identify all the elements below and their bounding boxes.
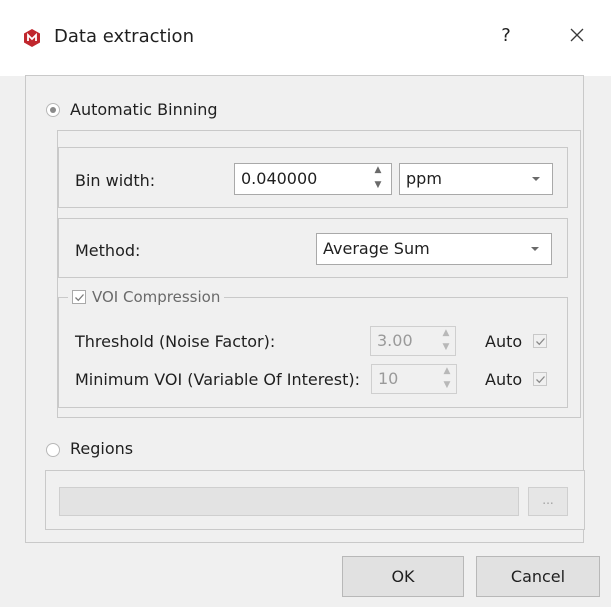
voi-compression-group (58, 297, 568, 408)
minimum-voi-spin-up-icon[interactable]: ▲ (440, 366, 454, 376)
chevron-down-icon (531, 247, 539, 251)
help-button[interactable]: ? (494, 22, 518, 50)
threshold-value: 3.00 (377, 331, 413, 350)
threshold-spin-down-icon[interactable]: ▼ (439, 342, 453, 352)
close-icon (570, 28, 584, 42)
automatic-binning-radio[interactable] (46, 103, 60, 117)
method-label: Method: (75, 241, 141, 260)
regions-path-input[interactable] (59, 487, 519, 516)
minimum-voi-auto-checkbox[interactable] (533, 372, 547, 386)
bin-width-value: 0.040000 (241, 169, 318, 188)
chevron-down-icon (532, 177, 540, 181)
threshold-auto-label: Auto (485, 332, 523, 351)
method-value: Average Sum (323, 239, 430, 258)
threshold-spin-up-icon[interactable]: ▲ (439, 328, 453, 338)
bin-width-unit-select[interactable]: ppm (399, 163, 553, 195)
voi-compression-checkbox[interactable] (72, 290, 86, 304)
close-button[interactable] (562, 20, 592, 50)
checkmark-icon (75, 294, 84, 302)
bin-width-label: Bin width: (75, 171, 156, 190)
voi-compression-label: VOI Compression (92, 288, 221, 306)
checkmark-icon (536, 376, 545, 384)
minimum-voi-value: 10 (378, 369, 399, 388)
browse-button[interactable]: ... (528, 487, 568, 516)
bin-width-input[interactable]: 0.040000 (234, 163, 392, 195)
ok-button[interactable]: OK (342, 556, 464, 597)
minimum-voi-spin-down-icon[interactable]: ▼ (440, 380, 454, 390)
regions-label: Regions (70, 439, 134, 458)
data-extraction-dialog: Data extraction ? Automatic Binning Bin … (0, 0, 611, 607)
bin-width-unit-value: ppm (406, 169, 442, 188)
minimum-voi-auto-label: Auto (485, 370, 523, 389)
minimum-voi-label: Minimum VOI (Variable Of Interest): (75, 370, 361, 389)
regions-radio[interactable] (46, 443, 60, 457)
bin-width-spin-down-icon[interactable]: ▼ (371, 180, 385, 190)
checkmark-icon (536, 338, 545, 346)
automatic-binning-label: Automatic Binning (70, 100, 218, 119)
threshold-label: Threshold (Noise Factor): (75, 332, 276, 351)
voi-compression-legend: VOI Compression (68, 288, 225, 306)
app-logo-icon (24, 29, 40, 47)
title-bar: Data extraction ? (0, 0, 611, 76)
window-title: Data extraction (54, 26, 194, 47)
cancel-button[interactable]: Cancel (476, 556, 600, 597)
threshold-auto-checkbox[interactable] (533, 334, 547, 348)
method-select[interactable]: Average Sum (316, 233, 552, 265)
bin-width-spin-up-icon[interactable]: ▲ (371, 165, 385, 175)
